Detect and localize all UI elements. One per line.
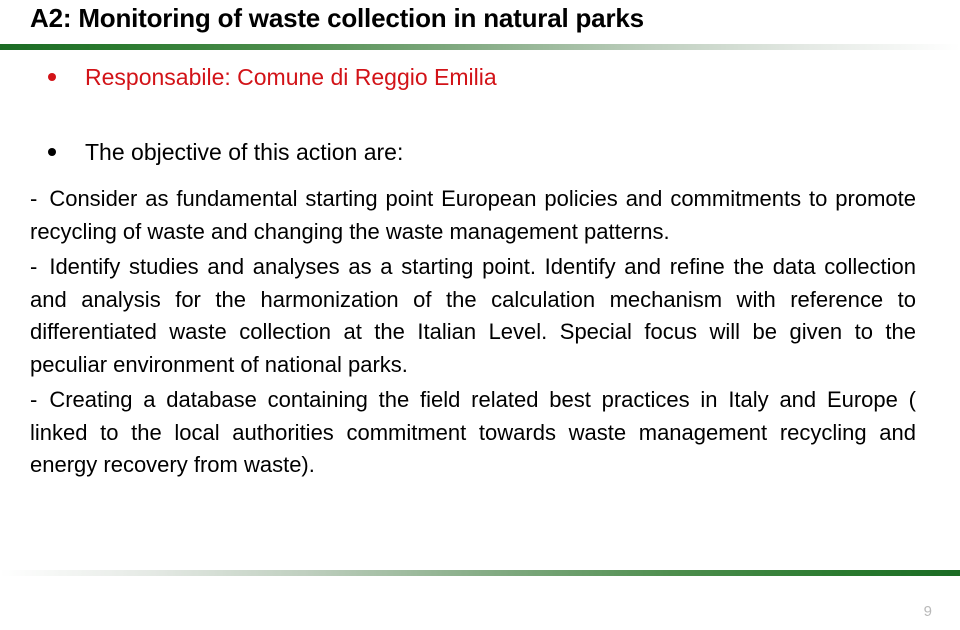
list-item-label: Responsabile: Comune di Reggio Emilia bbox=[85, 64, 497, 90]
list-item: The objective of this action are: bbox=[30, 137, 930, 167]
paragraph-text: Creating a database containing the field… bbox=[30, 387, 916, 477]
slide: A2: Monitoring of waste collection in na… bbox=[0, 0, 960, 630]
paragraph: - Consider as fundamental starting point … bbox=[30, 183, 916, 248]
paragraph-text: Consider as fundamental starting point E… bbox=[30, 186, 916, 244]
bullet-dot-icon bbox=[48, 148, 56, 156]
dash-marker: - bbox=[30, 387, 38, 412]
top-divider-rule bbox=[0, 44, 960, 50]
list-item-label: The objective of this action are: bbox=[85, 139, 404, 165]
slide-body: Responsabile: Comune di Reggio Emilia Th… bbox=[30, 62, 930, 482]
page-number: 9 bbox=[923, 603, 932, 620]
bottom-divider-rule bbox=[0, 570, 960, 576]
paragraph-text: Identify studies and analyses as a start… bbox=[30, 254, 916, 377]
paragraph: - Creating a database containing the fiel… bbox=[30, 384, 916, 482]
dash-marker: - bbox=[30, 254, 38, 279]
bullet-dot-icon bbox=[48, 73, 56, 81]
page-title: A2: Monitoring of waste collection in na… bbox=[30, 3, 644, 33]
list-item: Responsabile: Comune di Reggio Emilia bbox=[30, 62, 930, 92]
paragraph: - Identify studies and analyses as a star… bbox=[30, 251, 916, 381]
dash-marker: - bbox=[30, 186, 38, 211]
